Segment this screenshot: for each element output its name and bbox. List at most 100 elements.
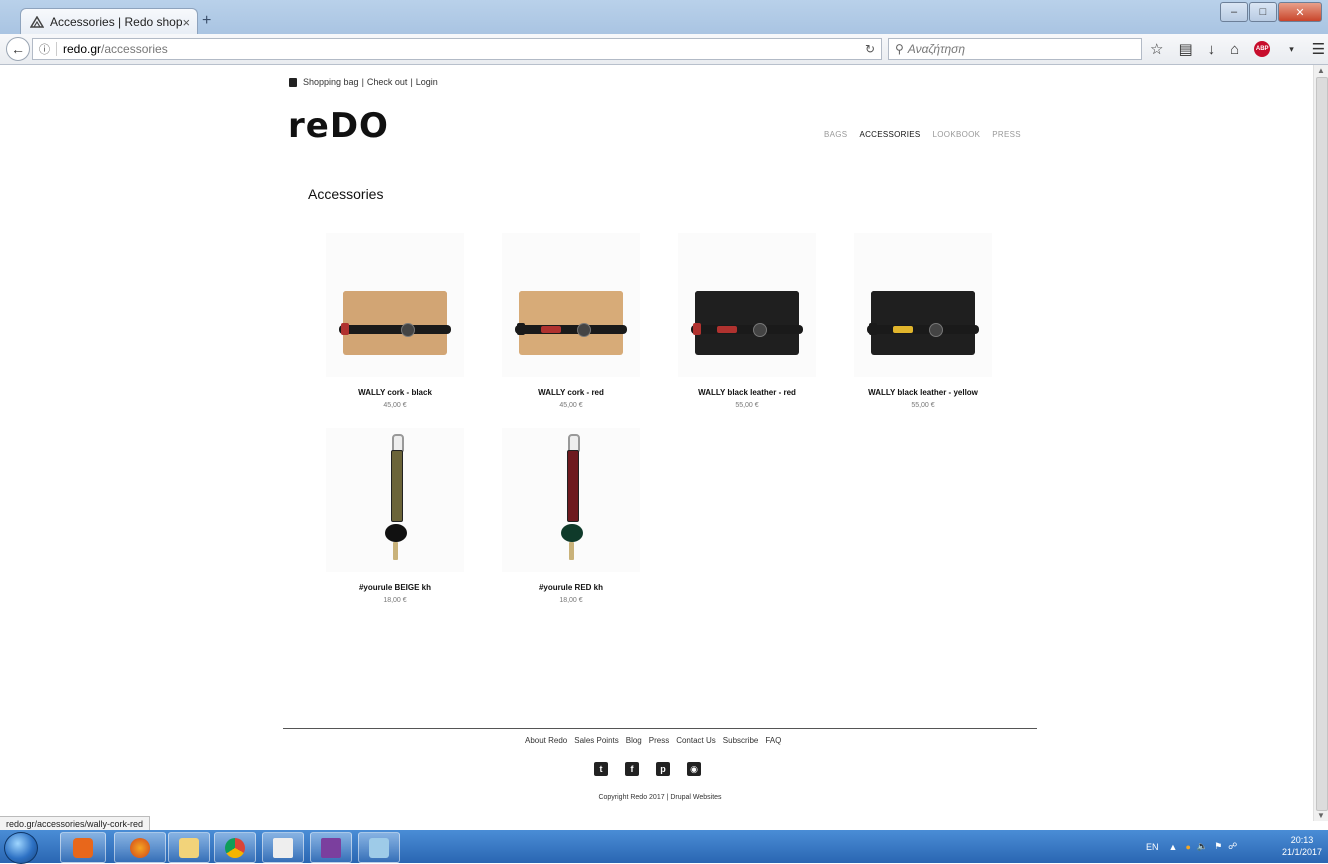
chrome-icon: [225, 837, 245, 858]
product-name[interactable]: WALLY black leather - red: [662, 388, 832, 397]
keyholder-drawing: [385, 434, 407, 566]
scrollbar-thumb[interactable]: [1316, 77, 1328, 811]
url-separator: [56, 42, 57, 56]
footer-link-sales-points[interactable]: Sales Points: [574, 736, 618, 745]
media-player-icon: [73, 837, 93, 858]
product-name[interactable]: WALLY cork - red: [486, 388, 656, 397]
close-window-button[interactable]: ✕: [1278, 2, 1322, 22]
twitter-icon[interactable]: t: [594, 762, 608, 776]
wallet-tag: [893, 326, 913, 333]
new-tab-button[interactable]: +: [202, 12, 211, 30]
product-card[interactable]: WALLY black leather - red 55,00 €: [662, 233, 832, 409]
product-name[interactable]: WALLY cork - black: [310, 388, 480, 397]
product-image[interactable]: [678, 233, 816, 377]
adblock-menu-chevron-icon[interactable]: ▾: [1289, 44, 1294, 55]
product-image[interactable]: [326, 233, 464, 377]
instagram-icon[interactable]: ◉: [687, 762, 701, 776]
tray-expand-icon[interactable]: ▲: [1169, 842, 1178, 852]
minimize-button[interactable]: –: [1220, 2, 1248, 22]
product-card[interactable]: #yourule BEIGE kh 18,00 €: [310, 428, 480, 604]
shopping-bag-icon: [289, 77, 297, 87]
wallet-endcap: [341, 323, 349, 335]
facebook-icon[interactable]: f: [625, 762, 639, 776]
bookmark-star-icon[interactable]: ☆: [1150, 40, 1163, 58]
site-info-icon[interactable]: ⓘ: [39, 41, 50, 57]
login-link[interactable]: Login: [416, 77, 438, 87]
action-center-flag-icon[interactable]: ⚑: [1214, 841, 1222, 852]
search-placeholder: Αναζήτηση: [907, 42, 966, 56]
network-icon[interactable]: ☍: [1228, 841, 1237, 852]
home-icon[interactable]: ⌂: [1230, 41, 1239, 58]
clock[interactable]: 20:13 21/1/2017: [1282, 834, 1322, 858]
product-card[interactable]: WALLY black leather - yellow 55,00 €: [838, 233, 1008, 409]
wallet-tag: [365, 326, 385, 333]
taskbar-notes[interactable]: [262, 832, 304, 863]
wallet-tag: [717, 326, 737, 333]
tray-app-icon[interactable]: ●: [1185, 842, 1190, 852]
keyholder-band: [391, 450, 403, 522]
url-host: redo.gr: [63, 42, 102, 56]
language-indicator[interactable]: EN: [1146, 842, 1159, 852]
footer-link-about[interactable]: About Redo: [525, 736, 567, 745]
winrar-icon: [321, 837, 341, 858]
product-card[interactable]: #yourule RED kh 18,00 €: [486, 428, 656, 604]
page-title: Accessories: [308, 186, 384, 202]
back-arrow-icon: ←: [11, 41, 25, 57]
url-path: /accessories: [101, 42, 168, 56]
site-logo[interactable]: reDO: [288, 106, 389, 146]
download-icon[interactable]: ↓: [1208, 41, 1216, 58]
footer-link-contact[interactable]: Contact Us: [676, 736, 716, 745]
search-icon: ⚲: [895, 42, 904, 56]
product-image[interactable]: [502, 233, 640, 377]
tab-close-icon[interactable]: ×: [183, 15, 191, 30]
browser-tab[interactable]: Accessories | Redo shop ×: [20, 8, 198, 35]
browser-navbar: ← ⓘ redo.gr/accessories ↻ ⚲ Αναζήτηση ☆ …: [0, 34, 1328, 65]
window-controls: – □ ✕: [1219, 2, 1322, 22]
product-price: 45,00 €: [383, 402, 407, 409]
product-name[interactable]: WALLY black leather - yellow: [838, 388, 1008, 397]
volume-icon[interactable]: 🔈: [1197, 841, 1208, 852]
nav-item-lookbook[interactable]: LOOKBOOK: [933, 130, 981, 139]
hamburger-menu-icon[interactable]: ☰: [1312, 40, 1325, 58]
back-button[interactable]: ←: [6, 37, 30, 61]
product-image[interactable]: [854, 233, 992, 377]
taskbar-explorer[interactable]: [168, 832, 210, 863]
checkout-link[interactable]: Check out: [367, 77, 408, 87]
reload-icon[interactable]: ↻: [865, 42, 875, 56]
taskbar-chrome[interactable]: [214, 832, 256, 863]
footer-link-press[interactable]: Press: [649, 736, 669, 745]
nav-item-press[interactable]: PRESS: [992, 130, 1021, 139]
product-card[interactable]: WALLY cork - red 45,00 €: [486, 233, 656, 409]
scroll-up-icon[interactable]: ▲: [1317, 66, 1325, 75]
taskbar-firefox[interactable]: [114, 832, 166, 863]
taskbar-winrar[interactable]: [310, 832, 352, 863]
product-name[interactable]: #yourule BEIGE kh: [310, 583, 480, 592]
url-bar[interactable]: ⓘ redo.gr/accessories ↻: [32, 38, 882, 60]
notes-icon: [273, 837, 293, 858]
footer-link-subscribe[interactable]: Subscribe: [723, 736, 759, 745]
taskbar-media-player[interactable]: [60, 832, 106, 863]
search-bar[interactable]: ⚲ Αναζήτηση: [888, 38, 1142, 60]
product-image[interactable]: [326, 428, 464, 572]
system-tray: EN ▲ ● 🔈 ⚑ ☍ 20:13 21/1/2017: [1136, 830, 1328, 863]
shopping-bag-link[interactable]: Shopping bag: [303, 77, 359, 87]
nav-item-accessories[interactable]: ACCESSORIES: [859, 130, 920, 139]
page-scrollbar[interactable]: ▲ ▼: [1313, 65, 1328, 821]
paint-icon: [369, 837, 389, 858]
product-name[interactable]: #yourule RED kh: [486, 583, 656, 592]
product-price: 45,00 €: [559, 402, 583, 409]
footer-link-blog[interactable]: Blog: [626, 736, 642, 745]
wallet-endcap: [693, 323, 701, 335]
social-links: t f p ◉: [594, 762, 718, 776]
maximize-button[interactable]: □: [1249, 2, 1277, 22]
adblock-icon[interactable]: ABP: [1254, 41, 1271, 57]
product-image[interactable]: [502, 428, 640, 572]
scroll-down-icon[interactable]: ▼: [1317, 811, 1325, 820]
product-card[interactable]: WALLY cork - black 45,00 €: [310, 233, 480, 409]
nav-item-bags[interactable]: BAGS: [824, 130, 847, 139]
reading-list-icon[interactable]: ▤: [1178, 40, 1192, 58]
pinterest-icon[interactable]: p: [656, 762, 670, 776]
taskbar-paint[interactable]: [358, 832, 400, 863]
footer-link-faq[interactable]: FAQ: [765, 736, 781, 745]
start-button[interactable]: [4, 832, 38, 864]
